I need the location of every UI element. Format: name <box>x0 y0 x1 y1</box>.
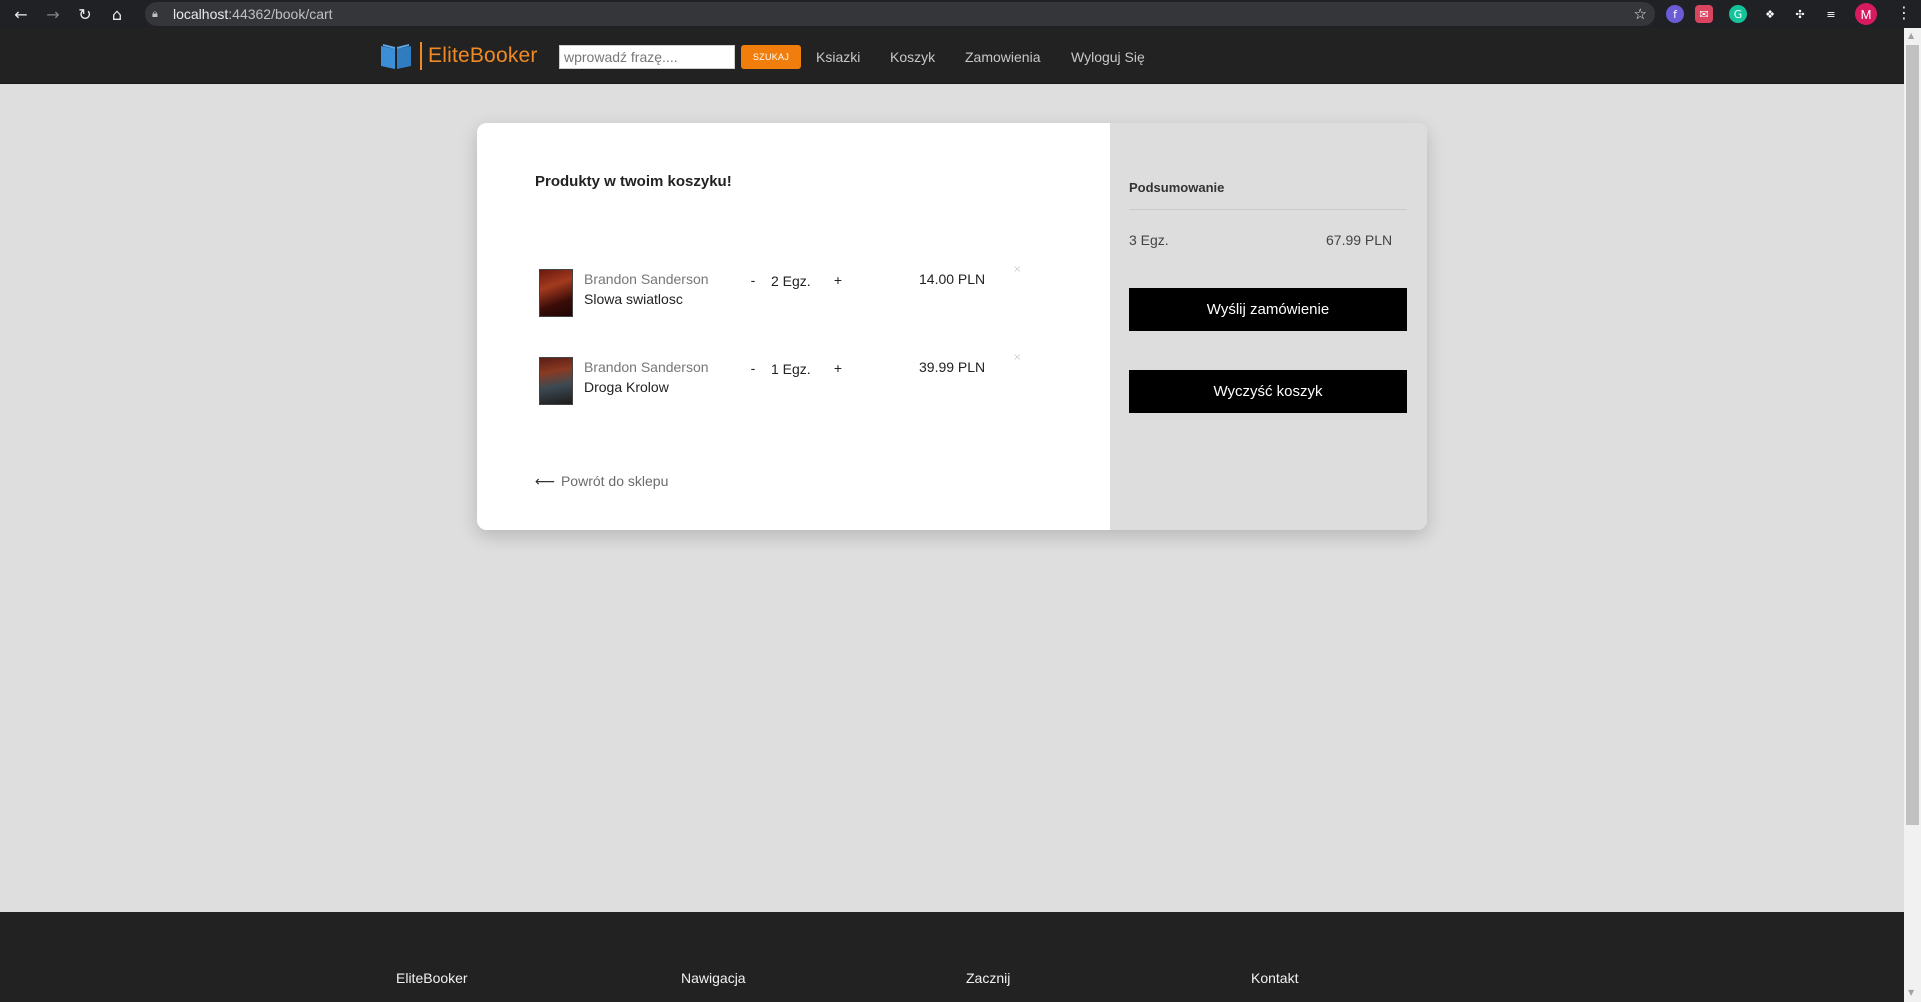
book-title: Slowa swiatlosc <box>584 291 683 307</box>
book-title: Droga Krolow <box>584 379 669 395</box>
extension-mail-icon[interactable]: ✉ <box>1695 5 1713 23</box>
cart-item: Brandon Sanderson Slowa swiatlosc - 2 Eg… <box>539 264 1059 329</box>
extensions-icon[interactable]: ✣ <box>1791 5 1809 23</box>
profile-avatar[interactable]: M <box>1855 3 1877 25</box>
footer-heading-contact: Kontakt <box>1251 970 1299 986</box>
scroll-down-arrow-icon[interactable]: ▼ <box>1908 988 1914 997</box>
nav-link-books[interactable]: Ksiazki <box>816 49 860 65</box>
back-arrow-icon[interactable]: ← <box>10 3 32 25</box>
address-bar[interactable]: 🔒︎ localhost:44362/book/cart ☆ <box>145 2 1655 26</box>
logo[interactable]: EliteBooker <box>380 42 538 70</box>
submit-order-button[interactable]: Wyślij zamówienie <box>1129 288 1407 331</box>
scrollbar-thumb[interactable] <box>1906 45 1919 825</box>
decrease-quantity-button[interactable]: - <box>744 271 762 289</box>
menu-kebab-icon[interactable]: ⋮ <box>1896 3 1912 22</box>
extension-f-icon[interactable]: f <box>1666 5 1684 23</box>
remove-item-icon[interactable]: × <box>1013 264 1021 275</box>
nav-link-orders[interactable]: Zamowienia <box>965 49 1040 65</box>
quantity-value: 1 Egz. <box>771 361 811 377</box>
grammarly-icon[interactable]: G <box>1729 5 1747 23</box>
footer-heading-navigation: Nawigacja <box>681 970 746 986</box>
increase-quantity-button[interactable]: + <box>829 271 847 289</box>
item-price: 39.99 PLN <box>919 359 986 375</box>
summary-total-price: 67.99 PLN <box>1326 232 1393 248</box>
logo-text: EliteBooker <box>428 44 538 67</box>
clear-cart-button[interactable]: Wyczyść koszyk <box>1129 370 1407 413</box>
cart-title: Produkty w twoim koszyku! <box>535 173 732 190</box>
remove-item-icon[interactable]: × <box>1013 352 1021 363</box>
footer-heading-elitebooker: EliteBooker <box>396 970 468 986</box>
forward-arrow-icon[interactable]: → <box>42 3 64 25</box>
url-text: localhost:44362/book/cart <box>173 6 333 22</box>
increase-quantity-button[interactable]: + <box>829 359 847 377</box>
book-cover-image <box>539 357 573 405</box>
back-to-shop-link[interactable]: ⟵ Powrót do sklepu <box>535 473 668 490</box>
book-logo-icon <box>381 44 411 69</box>
home-icon[interactable]: ⌂ <box>106 3 128 25</box>
quantity-value: 2 Egz. <box>771 273 811 289</box>
site-header: EliteBooker SZUKAJ Ksiazki Koszyk Zamowi… <box>0 28 1904 84</box>
item-price: 14.00 PLN <box>919 271 986 287</box>
decrease-quantity-button[interactable]: - <box>744 359 762 377</box>
reload-icon[interactable]: ↻ <box>74 3 96 25</box>
browser-toolbar: ← → ↻ ⌂ 🔒︎ localhost:44362/book/cart ☆ f… <box>0 0 1921 28</box>
nav-link-logout[interactable]: Wyloguj Się <box>1071 49 1145 65</box>
extension-puzzle-piece-icon[interactable]: ❖ <box>1761 5 1779 23</box>
back-to-shop-label: Powrót do sklepu <box>560 473 669 489</box>
reading-list-icon[interactable]: ≡ <box>1822 5 1840 23</box>
summary-item-count: 3 Egz. <box>1129 232 1169 248</box>
summary-divider <box>1129 209 1407 210</box>
bookmark-star-icon[interactable]: ☆ <box>1634 2 1647 26</box>
lock-icon: 🔒︎ <box>152 8 158 20</box>
cart-products-panel: Produkty w twoim koszyku! Brandon Sander… <box>477 123 1110 530</box>
book-cover-image <box>539 269 573 317</box>
summary-title: Podsumowanie <box>1129 180 1225 195</box>
book-author: Brandon Sanderson <box>584 271 709 287</box>
book-author: Brandon Sanderson <box>584 359 709 375</box>
search-button[interactable]: SZUKAJ <box>741 45 801 69</box>
site-footer: EliteBooker Nawigacja Zacznij Kontakt <box>0 912 1904 1002</box>
footer-heading-get-started: Zacznij <box>966 970 1011 986</box>
search-input[interactable] <box>559 45 735 69</box>
cart-card: Produkty w twoim koszyku! Brandon Sander… <box>477 123 1427 530</box>
page-scrollbar[interactable]: ▲ ▼ <box>1904 28 1921 1002</box>
cart-item: Brandon Sanderson Droga Krolow - 1 Egz. … <box>539 352 1059 417</box>
logo-divider <box>420 42 422 70</box>
left-arrow-icon: ⟵ <box>535 474 556 490</box>
nav-link-cart[interactable]: Koszyk <box>890 49 935 65</box>
scroll-up-arrow-icon[interactable]: ▲ <box>1908 31 1914 40</box>
order-summary-panel: Podsumowanie 3 Egz. 67.99 PLN Wyślij zam… <box>1110 123 1427 530</box>
